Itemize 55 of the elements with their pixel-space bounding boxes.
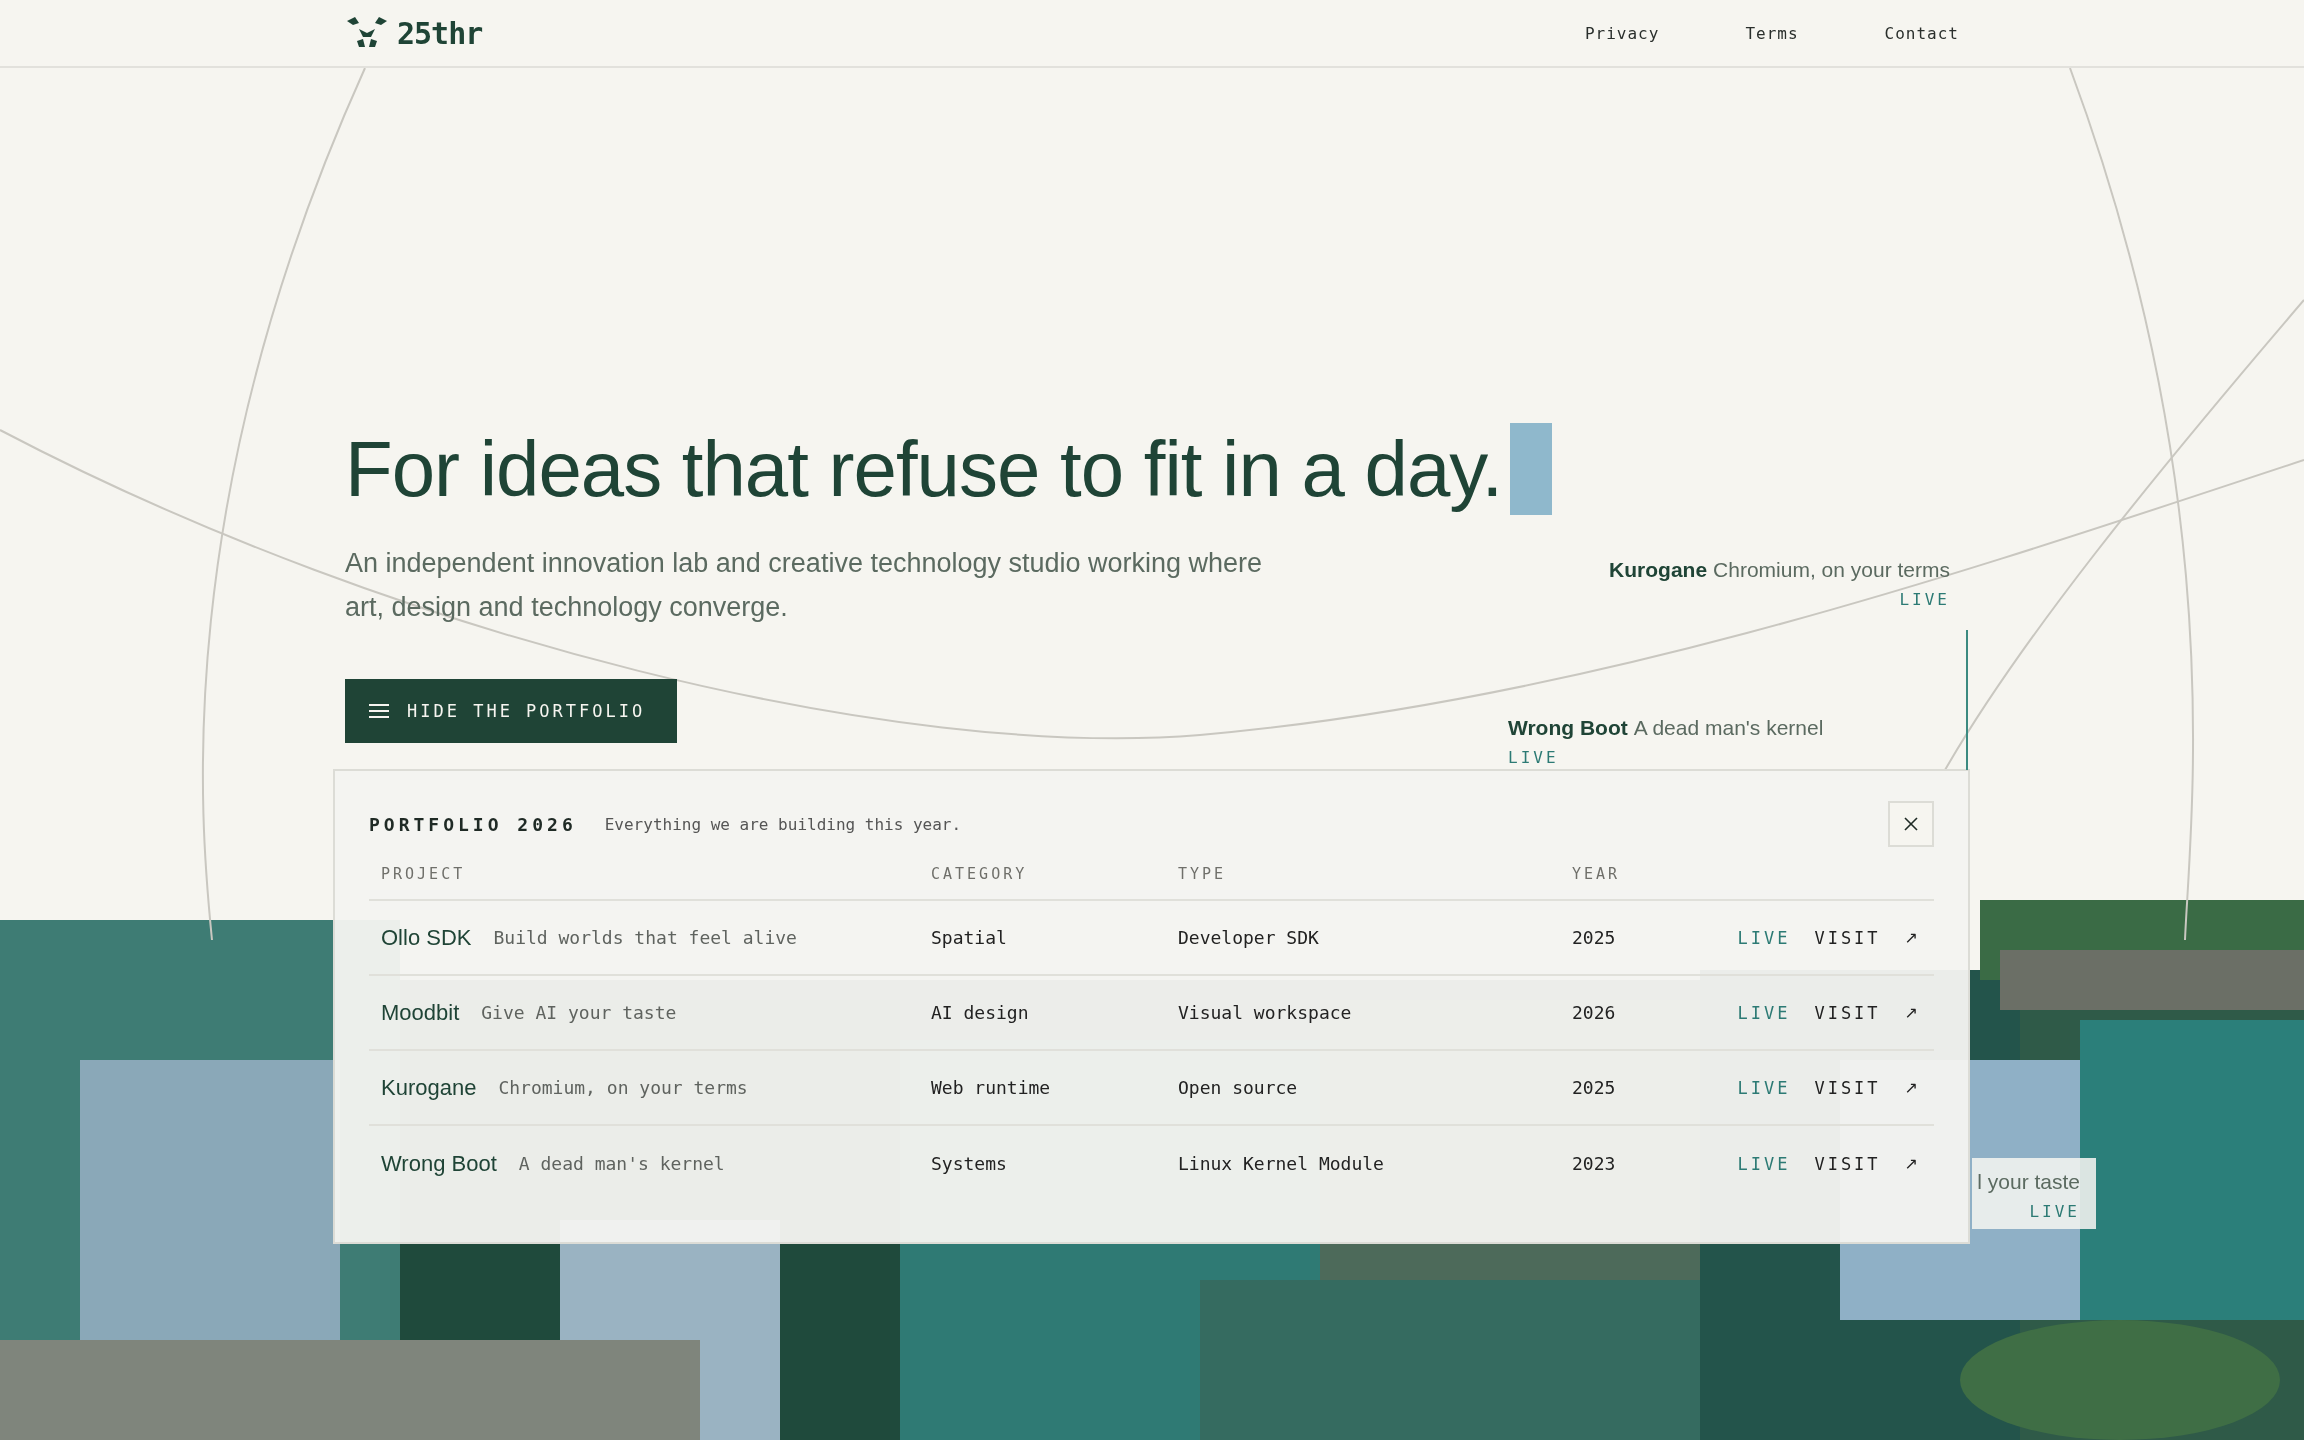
visit-link[interactable]: VISIT — [1814, 1153, 1881, 1174]
visit-link[interactable]: VISIT — [1814, 1077, 1881, 1098]
table-cell-text: 2023 — [1572, 1152, 1617, 1176]
close-button[interactable] — [1888, 801, 1934, 847]
logo-wordmark[interactable]: 25thr — [397, 15, 483, 51]
table-cell: AI design — [931, 976, 1178, 1051]
table-cell: Open source — [1178, 1051, 1572, 1126]
project-tagline: Chromium, on your terms — [498, 1077, 748, 1098]
project-name[interactable]: Ollo SDK — [381, 924, 472, 951]
table-cell: 2026 — [1572, 976, 1738, 1051]
table-cell: Spatial — [931, 901, 1178, 976]
status-label: LIVE — [1899, 590, 1950, 609]
table-cell: 2025 — [1572, 1051, 1738, 1126]
external-link-icon[interactable]: ↗ — [1904, 1003, 1918, 1022]
visit-link[interactable]: VISIT — [1814, 1002, 1881, 1023]
project-name[interactable]: Kurogane — [381, 1074, 477, 1101]
project-name[interactable]: Moodbit — [381, 999, 460, 1026]
project-tagline: A dead man's kernel — [518, 1153, 725, 1174]
external-link-icon[interactable]: ↗ — [1904, 928, 1918, 947]
hero-title: For ideas that refuse to fit in a day. — [345, 423, 1503, 515]
nav-link[interactable]: Privacy — [1584, 23, 1660, 43]
logo-icon[interactable] — [345, 17, 389, 49]
table-cell: Developer SDK — [1178, 901, 1572, 976]
project-tagline: Build worlds that feel alive — [493, 927, 797, 948]
external-link-icon[interactable]: ↗ — [1904, 1154, 1918, 1173]
column-header: YEAR — [1572, 855, 1934, 901]
nav-link[interactable]: Contact — [1884, 23, 1959, 43]
table-cell: Web runtime — [931, 1051, 1178, 1126]
status-label: LIVE — [1508, 748, 1559, 767]
project-caption[interactable]: Wrong Boot A dead man's kernel — [1508, 716, 1824, 740]
panel-subtitle: Everything we are building this year. — [604, 814, 962, 834]
status-label: LIVE — [2029, 1202, 2080, 1221]
table-cell: Visual workspace — [1178, 976, 1572, 1051]
table-cell: 2025 — [1572, 901, 1738, 976]
project-caption[interactable]: l your taste — [1977, 1170, 2080, 1194]
panel-title: PORTFOLIO 2026 — [369, 813, 577, 835]
project-name[interactable]: Wrong Boot — [381, 1150, 497, 1177]
hero-subtitle: An independent innovation lab and creative technology studio working where art, design and technology converge. — [345, 547, 1264, 624]
table-cell-text: Linux Kernel Module — [1178, 1152, 1385, 1176]
hide-portfolio-button[interactable]: HIDE THE PORTFOLIO — [345, 679, 678, 743]
status-label: LIVE — [1737, 1077, 1791, 1098]
menu-icon — [369, 703, 389, 719]
project-tagline: Give AI your taste — [481, 1002, 677, 1023]
external-link-icon[interactable]: ↗ — [1904, 1078, 1918, 1097]
column-header: CATEGORY — [931, 855, 1178, 901]
status-label: LIVE — [1737, 927, 1791, 948]
nav-link[interactable]: Terms — [1745, 23, 1799, 43]
table-cell-text: Systems — [931, 1152, 1008, 1176]
status-label: LIVE — [1737, 1002, 1791, 1023]
project-caption[interactable]: Kurogane Chromium, on your terms — [1609, 558, 1950, 582]
close-icon — [1904, 817, 1918, 831]
column-header: TYPE — [1178, 855, 1572, 901]
status-label: LIVE — [1737, 1153, 1791, 1174]
visit-link[interactable]: VISIT — [1814, 927, 1881, 948]
column-header: PROJECT — [369, 855, 931, 901]
